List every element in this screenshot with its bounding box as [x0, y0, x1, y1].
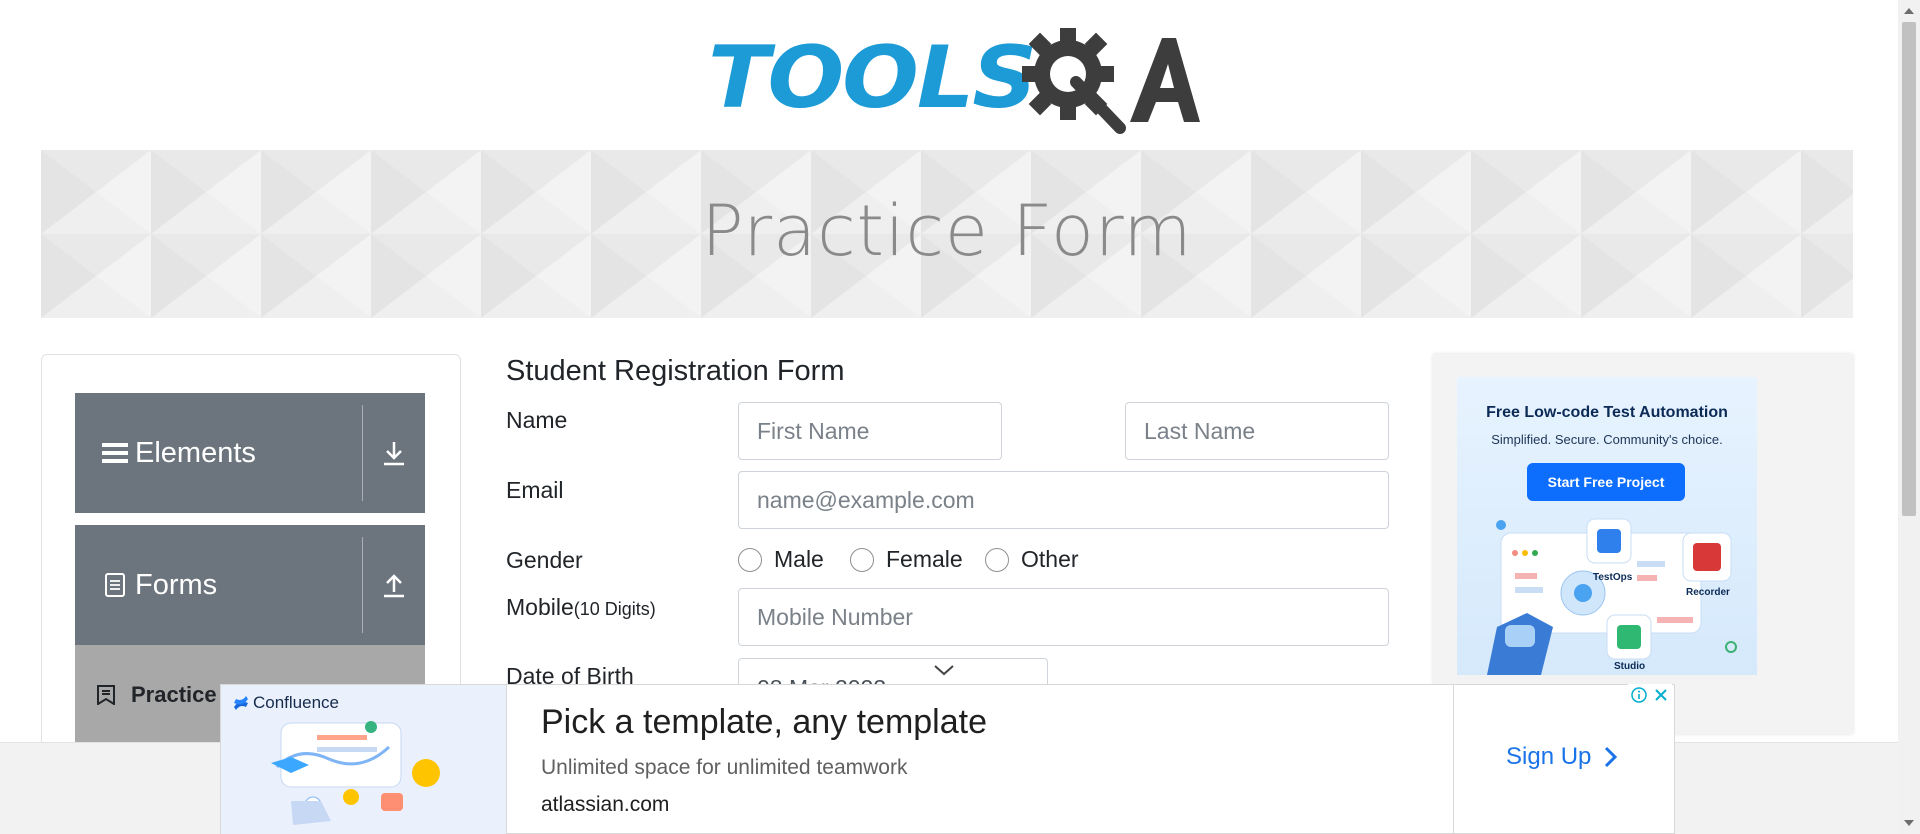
gender-radio-female[interactable]: Female — [850, 546, 963, 573]
radio-label[interactable]: Male — [774, 546, 824, 573]
first-name-input[interactable] — [738, 402, 1002, 460]
confluence-icon — [234, 696, 248, 710]
gender-label: Gender — [506, 547, 583, 573]
radio-label[interactable]: Other — [1021, 546, 1079, 573]
ad-domain[interactable]: atlassian.com — [541, 793, 669, 817]
logo-tools-text: TOOLS — [708, 28, 1037, 128]
side-ad[interactable]: Free Low-code Test Automation Simplified… — [1457, 377, 1757, 675]
sign-up-label[interactable]: Sign Up — [1506, 743, 1591, 771]
email-label: Email — [506, 477, 564, 503]
mobile-input[interactable] — [738, 588, 1389, 646]
side-ad-label: Recorder — [1686, 587, 1730, 598]
sidebar-group-forms[interactable]: Forms — [75, 525, 425, 645]
sidebar-group-elements[interactable]: Elements — [75, 393, 425, 513]
gear-icon — [1022, 28, 1126, 134]
upload-arrow-icon[interactable] — [363, 525, 425, 645]
sidebar-group-label: Elements — [135, 436, 256, 469]
ad-controls — [1628, 684, 1672, 706]
radio-label[interactable]: Female — [886, 546, 963, 573]
gender-radio-other[interactable]: Other — [985, 546, 1079, 573]
side-ad-title: Free Low-code Test Automation — [1486, 404, 1728, 421]
email-input[interactable] — [738, 471, 1389, 529]
form-icon — [97, 684, 119, 706]
chevron-right-icon — [1605, 746, 1618, 768]
ad-description: Unlimited space for unlimited teamwork — [541, 756, 908, 779]
gender-radio-male[interactable]: Male — [738, 546, 824, 573]
divider — [1453, 685, 1454, 834]
logo-a-glyph — [1130, 38, 1200, 122]
download-arrow-icon[interactable] — [363, 393, 425, 513]
ad-info-icon[interactable] — [1628, 684, 1650, 706]
scroll-down-icon[interactable] — [1898, 814, 1920, 832]
mobile-label-text: Mobile — [506, 594, 574, 620]
page-banner: Practice Form — [41, 150, 1853, 318]
confluence-brand: Confluence — [233, 693, 339, 713]
start-free-project-button[interactable]: Start Free Project — [1527, 463, 1685, 501]
document-icon — [101, 571, 129, 599]
name-label: Name — [506, 407, 568, 433]
form-title: Student Registration Form — [506, 355, 845, 387]
side-ad-subtitle: Simplified. Secure. Community's choice. — [1491, 432, 1723, 447]
scrollbar-thumb[interactable] — [1902, 22, 1916, 516]
toolsqa-logo[interactable]: TOOLS — [708, 22, 1200, 134]
side-ad-label: Studio — [1614, 661, 1646, 672]
scroll-up-icon[interactable] — [1898, 2, 1920, 20]
hamburger-icon — [101, 439, 129, 467]
mobile-hint: (10 Digits) — [573, 599, 656, 619]
ad-headline[interactable]: Pick a template, any template — [541, 703, 987, 742]
vertical-scrollbar[interactable] — [1898, 0, 1920, 834]
last-name-input[interactable] — [1125, 402, 1389, 460]
bottom-ad-banner[interactable]: Confluence Pick a template, any template… — [220, 684, 1675, 834]
chevron-down-icon — [934, 665, 954, 676]
radio-circle[interactable] — [985, 547, 1009, 572]
page-title: Practice Form — [701, 190, 1193, 272]
brand-label: Confluence — [253, 693, 340, 712]
radio-circle[interactable] — [738, 547, 762, 572]
radio-circle[interactable] — [850, 547, 874, 572]
sign-up-button[interactable]: Sign Up — [1506, 743, 1619, 771]
sidebar-group-label: Forms — [135, 568, 218, 601]
mobile-label: Mobile(10 Digits) — [506, 594, 656, 621]
side-ad-label: TestOps — [1593, 572, 1633, 583]
bottom-ad-image: Confluence — [221, 685, 507, 834]
ad-close-icon[interactable] — [1650, 684, 1672, 706]
